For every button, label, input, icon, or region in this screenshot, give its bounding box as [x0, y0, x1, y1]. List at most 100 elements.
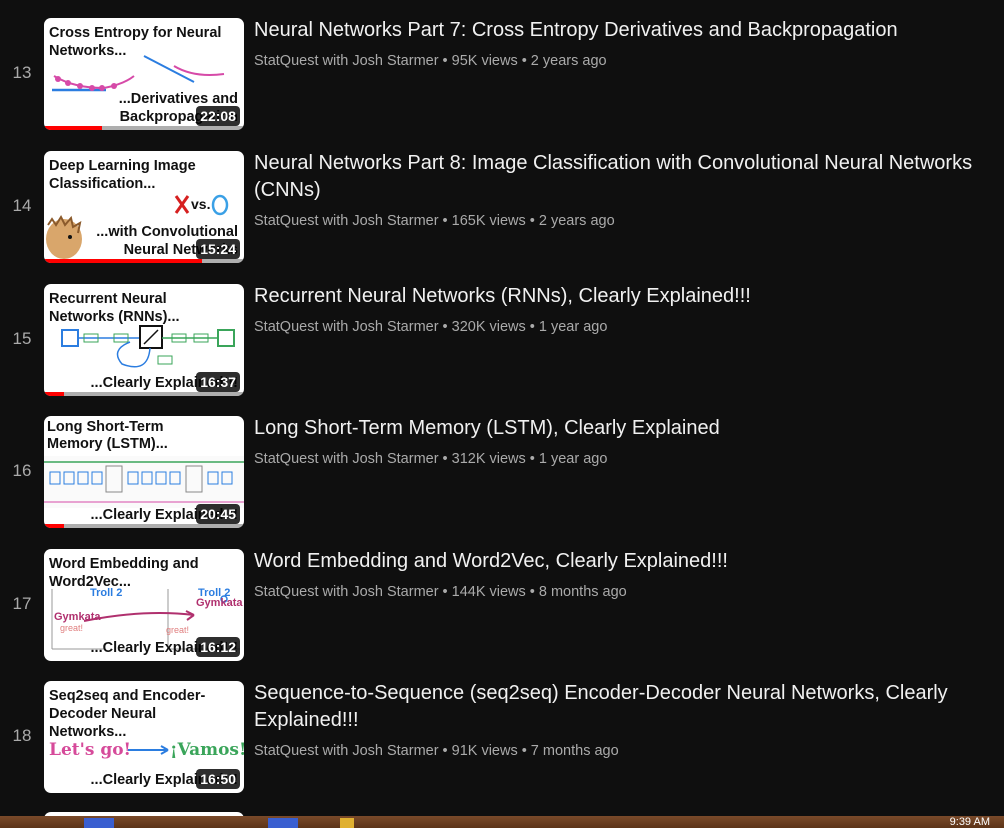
upload-age: 8 months ago — [538, 584, 627, 600]
meta-separator: • — [442, 743, 448, 759]
duration-badge: 16:12 — [196, 637, 240, 657]
channel-name[interactable]: StatQuest with Josh Starmer — [254, 213, 439, 229]
duration-badge: 22:08 — [196, 106, 240, 126]
taskbar-clock[interactable]: 9:39 AM — [950, 816, 990, 828]
view-count: 144K views — [451, 584, 526, 600]
playlist-item[interactable]: 18 Seq2seq and Encoder-Decoder Neural Ne… — [0, 681, 1004, 793]
thumbnail-gym-left: Gymkata — [54, 611, 101, 623]
upload-age: 1 year ago — [538, 451, 608, 467]
video-info: Long Short-Term Memory (LSTM), Clearly E… — [254, 416, 974, 467]
taskbar: 9:39 AM — [0, 816, 1004, 828]
upload-age: 7 months ago — [530, 743, 619, 759]
watch-progress-track — [44, 392, 244, 396]
channel-name[interactable]: StatQuest with Josh Starmer — [254, 451, 439, 467]
duration-badge: 20:45 — [196, 504, 240, 524]
meta-separator: • — [442, 53, 448, 69]
upload-age: 2 years ago — [530, 53, 607, 69]
video-thumbnail[interactable]: Cross Entropy for Neural Networks... ...… — [44, 18, 244, 130]
item-index: 13 — [12, 63, 32, 82]
playlist-item[interactable]: 13 Cross Entropy for Neural Networks... … — [0, 18, 1004, 130]
video-title[interactable]: Neural Networks Part 8: Image Classifica… — [254, 150, 974, 204]
thumbnail-troll-left: Troll 2 — [90, 587, 123, 599]
item-index: 15 — [12, 329, 32, 348]
watch-progress-fill — [44, 392, 64, 396]
taskbar-app-icon[interactable] — [340, 818, 354, 828]
thumbnail-gym-right: Gymkata — [196, 597, 243, 609]
meta-separator: • — [442, 451, 448, 467]
meta-separator: • — [442, 584, 448, 600]
playlist-item[interactable]: 16 Long Short-Term Memory (LSTM)... ...C… — [0, 416, 1004, 528]
blob-icon — [211, 194, 229, 216]
video-meta: StatQuest with Josh Starmer • 165K views • 2… — [254, 213, 974, 229]
duration-badge: 15:24 — [196, 239, 240, 259]
video-meta: StatQuest with Josh Starmer • 95K views • 2 … — [254, 53, 974, 69]
meta-separator: • — [529, 213, 535, 229]
video-meta: StatQuest with Josh Starmer • 91K views • 7 … — [254, 743, 974, 759]
video-title[interactable]: Long Short-Term Memory (LSTM), Clearly E… — [254, 415, 974, 442]
channel-name[interactable]: StatQuest with Josh Starmer — [254, 584, 439, 600]
video-thumbnail[interactable]: Recurrent Neural Networks (RNNs)... ...C… — [44, 284, 244, 396]
thumbnail-vs-label: vs. — [191, 196, 211, 212]
view-count: 91K views — [451, 743, 518, 759]
watch-progress-track — [44, 524, 244, 528]
video-title[interactable]: Recurrent Neural Networks (RNNs), Clearl… — [254, 283, 974, 310]
meta-separator: • — [442, 213, 448, 229]
thumbnail-title: Long Short-Term Memory (LSTM)... — [47, 419, 168, 452]
watch-progress-fill — [44, 524, 64, 528]
view-count: 95K views — [451, 53, 518, 69]
thumbnail-title: Recurrent Neural Networks (RNNs)... — [49, 291, 180, 325]
thumbnail-great-right: great! — [166, 625, 190, 635]
video-thumbnail[interactable]: Word Embedding and Word2Vec... Troll 2 T… — [44, 549, 244, 661]
item-index: 16 — [12, 461, 32, 480]
channel-name[interactable]: StatQuest with Josh Starmer — [254, 319, 439, 335]
meta-separator: • — [529, 584, 535, 600]
x-mark-icon — [174, 195, 190, 214]
video-meta: StatQuest with Josh Starmer • 320K views • 1… — [254, 319, 974, 335]
video-meta: StatQuest with Josh Starmer • 144K views • 8… — [254, 584, 974, 600]
view-count: 165K views — [451, 213, 526, 229]
video-title[interactable]: Sequence-to-Sequence (seq2seq) Encoder-D… — [254, 680, 974, 734]
playlist-panel: 13 Cross Entropy for Neural Networks... … — [0, 0, 1004, 828]
taskbar-app-icon[interactable] — [268, 818, 298, 828]
thumbnail-title: Cross Entropy for Neural Networks... — [49, 25, 222, 59]
video-thumbnail[interactable]: Seq2seq and Encoder-Decoder Neural Netwo… — [44, 681, 244, 793]
duration-badge: 16:37 — [196, 372, 240, 392]
thumbnail-great-left: great! — [60, 623, 84, 633]
video-info: Neural Networks Part 7: Cross Entropy De… — [254, 18, 974, 69]
thumbnail-title: Deep Learning Image Classification... — [49, 158, 196, 192]
thumbnail-title: Word Embedding and Word2Vec... — [49, 556, 199, 590]
video-title[interactable]: Word Embedding and Word2Vec, Clearly Exp… — [254, 548, 974, 575]
hedgehog-icon — [46, 214, 82, 259]
thumbnail-right-phrase: ¡Vamos! — [170, 740, 244, 760]
watch-progress-track — [44, 259, 244, 263]
upload-age: 2 years ago — [538, 213, 615, 229]
playlist-item[interactable]: 14 Deep Learning Image Classification...… — [0, 151, 1004, 263]
watch-progress-track — [44, 126, 244, 130]
upload-age: 1 year ago — [538, 319, 608, 335]
view-count: 312K views — [451, 451, 526, 467]
thumbnail-title: Seq2seq and Encoder-Decoder Neural Netwo… — [49, 688, 206, 740]
channel-name[interactable]: StatQuest with Josh Starmer — [254, 743, 439, 759]
watch-progress-fill — [44, 259, 202, 263]
meta-separator: • — [521, 53, 527, 69]
video-thumbnail[interactable]: Deep Learning Image Classification... vs… — [44, 151, 244, 263]
watch-progress-fill — [44, 126, 102, 130]
video-thumbnail[interactable]: Long Short-Term Memory (LSTM)... ...Clea… — [44, 416, 244, 528]
meta-separator: • — [529, 451, 535, 467]
taskbar-app-icon[interactable] — [84, 818, 114, 828]
thumbnail-left-phrase: Let's go! — [49, 740, 132, 760]
view-count: 320K views — [451, 319, 526, 335]
meta-separator: • — [529, 319, 535, 335]
video-title[interactable]: Neural Networks Part 7: Cross Entropy De… — [254, 17, 974, 44]
video-info: Word Embedding and Word2Vec, Clearly Exp… — [254, 549, 974, 600]
item-index: 14 — [12, 196, 32, 215]
playlist-item[interactable]: 17 Word Embedding and Word2Vec... Troll … — [0, 549, 1004, 661]
video-info: Recurrent Neural Networks (RNNs), Clearl… — [254, 284, 974, 335]
duration-badge: 16:50 — [196, 769, 240, 789]
item-index: 17 — [12, 594, 32, 613]
meta-separator: • — [442, 319, 448, 335]
video-info: Neural Networks Part 8: Image Classifica… — [254, 151, 974, 229]
playlist-item[interactable]: 15 Recurrent Neural Networks (RNNs)... .… — [0, 284, 1004, 396]
channel-name[interactable]: StatQuest with Josh Starmer — [254, 53, 439, 69]
meta-separator: • — [521, 743, 527, 759]
